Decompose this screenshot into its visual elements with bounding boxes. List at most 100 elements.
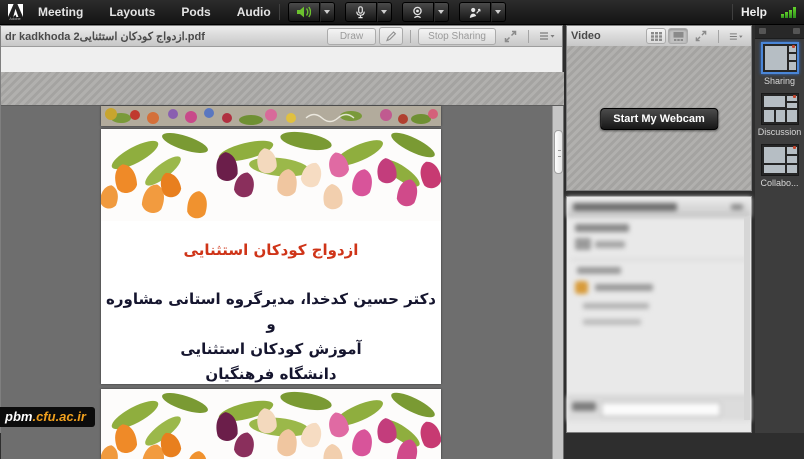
slide-body-line3: دانشگاه فرهنگیان — [101, 362, 441, 384]
toolbar-separator — [718, 30, 719, 43]
slide-body-line2: آموزش کودکان استثنایی — [101, 337, 441, 362]
slide-body-line1: دکتر حسین کدخدا، مدیرگروه استانی مشاوره … — [101, 287, 441, 337]
pod-menu-icon — [539, 31, 555, 41]
watermark-suffix: .cfu.ac.ir — [32, 409, 85, 424]
layouts-add-icon[interactable] — [793, 28, 800, 34]
menubar-separator — [732, 4, 733, 20]
layouts-sidebar: Sharing Discussion Collabo... — [755, 25, 804, 433]
layout-label-discussion: Discussion — [758, 127, 802, 137]
video-fullscreen-button[interactable] — [690, 28, 712, 44]
menu-meeting[interactable]: Meeting — [38, 5, 83, 19]
stop-sharing-button[interactable]: Stop Sharing — [418, 28, 496, 45]
sharing-layout-thumbnail[interactable] — [761, 42, 799, 74]
speaker-control — [288, 2, 335, 22]
menu-layouts[interactable]: Layouts — [109, 5, 155, 19]
attendees-pod-blurred — [566, 196, 752, 433]
share-pod-background — [1, 72, 564, 106]
pen-icon — [385, 30, 397, 42]
top-menubar: Adobe Meeting Layouts Pods Audio — [0, 0, 804, 25]
slide-current: ازدواج کودکان استثنایی دکتر حسین کدخدا، … — [101, 129, 441, 384]
video-pod-header: Video — [567, 26, 751, 47]
speaker-dropdown-button[interactable] — [320, 2, 335, 22]
pod-menu-icon — [729, 32, 743, 41]
layout-item-discussion[interactable]: Discussion — [755, 93, 804, 137]
webcam-control — [402, 2, 449, 22]
webcam-button[interactable] — [402, 2, 434, 22]
video-pod-options-button[interactable] — [725, 28, 747, 44]
microphone-icon — [354, 6, 367, 19]
floral-border-image — [101, 106, 441, 126]
share-pod: dr kadkhoda ازدواج کودکان استثنایی2.pdf … — [0, 25, 563, 433]
microphone-button[interactable] — [345, 2, 377, 22]
layout-item-collaboration[interactable]: Collabo... — [755, 144, 804, 188]
microphone-control — [345, 2, 392, 22]
layout-label-collaboration: Collabo... — [760, 178, 798, 188]
attendees-pod-header — [567, 197, 751, 217]
connection-signal-icon[interactable] — [781, 7, 796, 18]
fullscreen-icon — [695, 30, 707, 42]
slide-title: ازدواج کودکان استثنایی — [101, 241, 441, 259]
tulip-banner-image — [101, 129, 441, 221]
share-pod-header: dr kadkhoda ازدواج کودکان استثنایی2.pdf … — [1, 26, 562, 47]
set-status-button[interactable] — [459, 2, 491, 22]
attendees-pod-content-blurred — [567, 197, 751, 432]
chevron-down-icon — [438, 10, 444, 14]
collaboration-layout-thumbnail[interactable] — [761, 144, 799, 176]
slide-next-partial — [101, 389, 441, 459]
raise-hand-status-icon — [468, 6, 482, 19]
chat-input-blurred[interactable] — [601, 402, 721, 417]
scrollbar-thumb[interactable] — [554, 130, 563, 174]
toolbar-separator — [410, 30, 411, 43]
attendee-avatar — [575, 281, 588, 294]
toolbar-separator — [528, 30, 529, 43]
layouts-sidebar-header — [755, 25, 804, 39]
watermark-prefix: pbm — [5, 409, 32, 424]
menu-audio[interactable]: Audio — [237, 5, 271, 19]
speaker-icon — [296, 6, 311, 18]
microphone-dropdown-button[interactable] — [377, 2, 392, 22]
status-dropdown-button[interactable] — [491, 2, 506, 22]
layouts-menu-icon[interactable] — [759, 28, 766, 34]
help-menu[interactable]: Help — [741, 5, 767, 19]
chevron-down-icon — [495, 10, 501, 14]
discussion-layout-thumbnail[interactable] — [761, 93, 799, 125]
menubar-separator — [279, 4, 280, 20]
share-document-viewport[interactable]: ازدواج کودکان استثنایی دکتر حسین کدخدا، … — [1, 72, 564, 459]
tulip-banner-image — [101, 389, 441, 459]
video-pod-title: Video — [571, 30, 601, 42]
adobe-logo-icon — [8, 4, 23, 17]
draw-button[interactable]: Draw — [327, 28, 376, 45]
start-webcam-button[interactable]: Start My Webcam — [600, 108, 718, 130]
filmstrip-view-icon — [673, 32, 684, 41]
menubar-right: Help — [724, 4, 804, 20]
video-pod-toolbar — [646, 28, 747, 44]
fullscreen-icon — [504, 30, 517, 43]
status-control — [459, 2, 506, 22]
webcam-icon — [411, 6, 424, 19]
chevron-down-icon — [324, 10, 330, 14]
layout-item-sharing[interactable]: Sharing — [755, 42, 804, 86]
video-pod: Video — [566, 25, 752, 191]
fullscreen-button[interactable] — [499, 28, 521, 44]
attendees-scrollbar[interactable] — [744, 217, 750, 420]
webcam-dropdown-button[interactable] — [434, 2, 449, 22]
share-pod-toolbar: Draw Stop Sharing — [327, 27, 558, 45]
share-pod-title: dr kadkhoda ازدواج کودکان استثنایی2.pdf — [5, 30, 205, 43]
site-watermark: pbm.cfu.ac.ir — [0, 407, 95, 427]
slide-body: دکتر حسین کدخدا، مدیرگروه استانی مشاوره … — [101, 287, 441, 384]
pod-options-button[interactable] — [536, 28, 558, 44]
video-pod-body: Start My Webcam — [567, 46, 751, 190]
menu-items: Meeting Layouts Pods Audio — [38, 5, 271, 19]
scrollbar-grip — [558, 150, 561, 157]
adobe-logo: Adobe — [0, 0, 30, 24]
slide-previous-partial — [101, 106, 441, 126]
speaker-button[interactable] — [288, 2, 320, 22]
document-scrollbar[interactable] — [552, 106, 563, 459]
adobe-logo-label: Adobe — [9, 17, 21, 21]
grid-view-button[interactable] — [646, 28, 666, 44]
grid-view-icon — [651, 32, 662, 41]
pointer-tool-button[interactable] — [379, 27, 403, 45]
menu-pods[interactable]: Pods — [181, 5, 210, 19]
filmstrip-view-button[interactable] — [668, 28, 688, 44]
layout-label-sharing: Sharing — [764, 76, 795, 86]
